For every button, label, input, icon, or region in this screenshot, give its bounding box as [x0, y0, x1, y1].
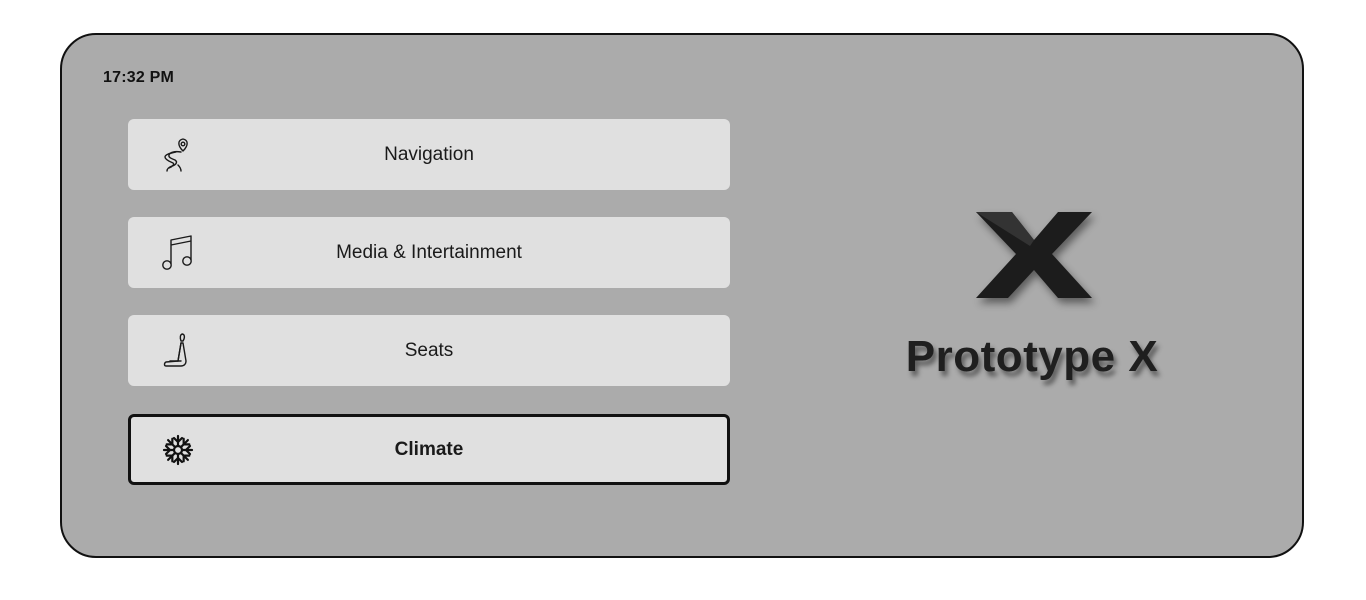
- media-button[interactable]: Media & Intertainment: [128, 217, 730, 288]
- climate-button[interactable]: Climate: [128, 414, 730, 485]
- media-label: Media & Intertainment: [336, 241, 522, 263]
- brand-block: Prototype X: [862, 210, 1202, 410]
- clock: 17:32 PM: [103, 69, 174, 86]
- seats-button[interactable]: Seats: [128, 315, 730, 386]
- navigation-button[interactable]: Navigation: [128, 119, 730, 190]
- x-logo-icon: [972, 210, 1096, 302]
- navigation-label: Navigation: [384, 143, 474, 165]
- climate-label: Climate: [394, 438, 464, 460]
- dashboard-panel: 17:32 PM Navigation Media & Intertainmen…: [60, 33, 1304, 558]
- seats-label: Seats: [404, 339, 454, 361]
- brand-name: Prototype X: [905, 332, 1159, 381]
